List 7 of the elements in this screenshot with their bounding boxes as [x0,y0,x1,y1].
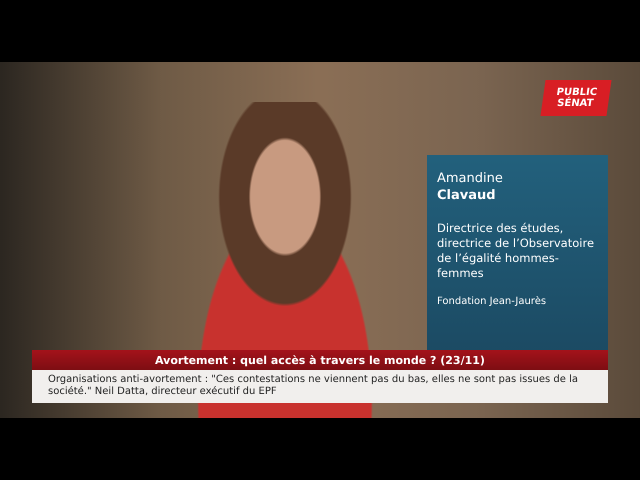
headline-banner: Avortement : quel accès à travers le monde ? (23/11) [32,350,608,370]
last-name: Clavaud [437,188,497,203]
first-name: Amandine [437,171,504,186]
news-ticker: Organisations anti-avortement : "Ces contestations ne viennent pas du bas, elles ne sont pas issues de la société." Neil Datta, directeur exécutif du EPF [32,370,608,403]
role-text: Directrice des études, directrice de l’Observatoire de l’égalité hommes-femmes [437,221,596,281]
channel-logo: PUBLIC SÉNAT [540,80,612,116]
organization-text: Fondation Jean-Jaurès [437,296,548,307]
